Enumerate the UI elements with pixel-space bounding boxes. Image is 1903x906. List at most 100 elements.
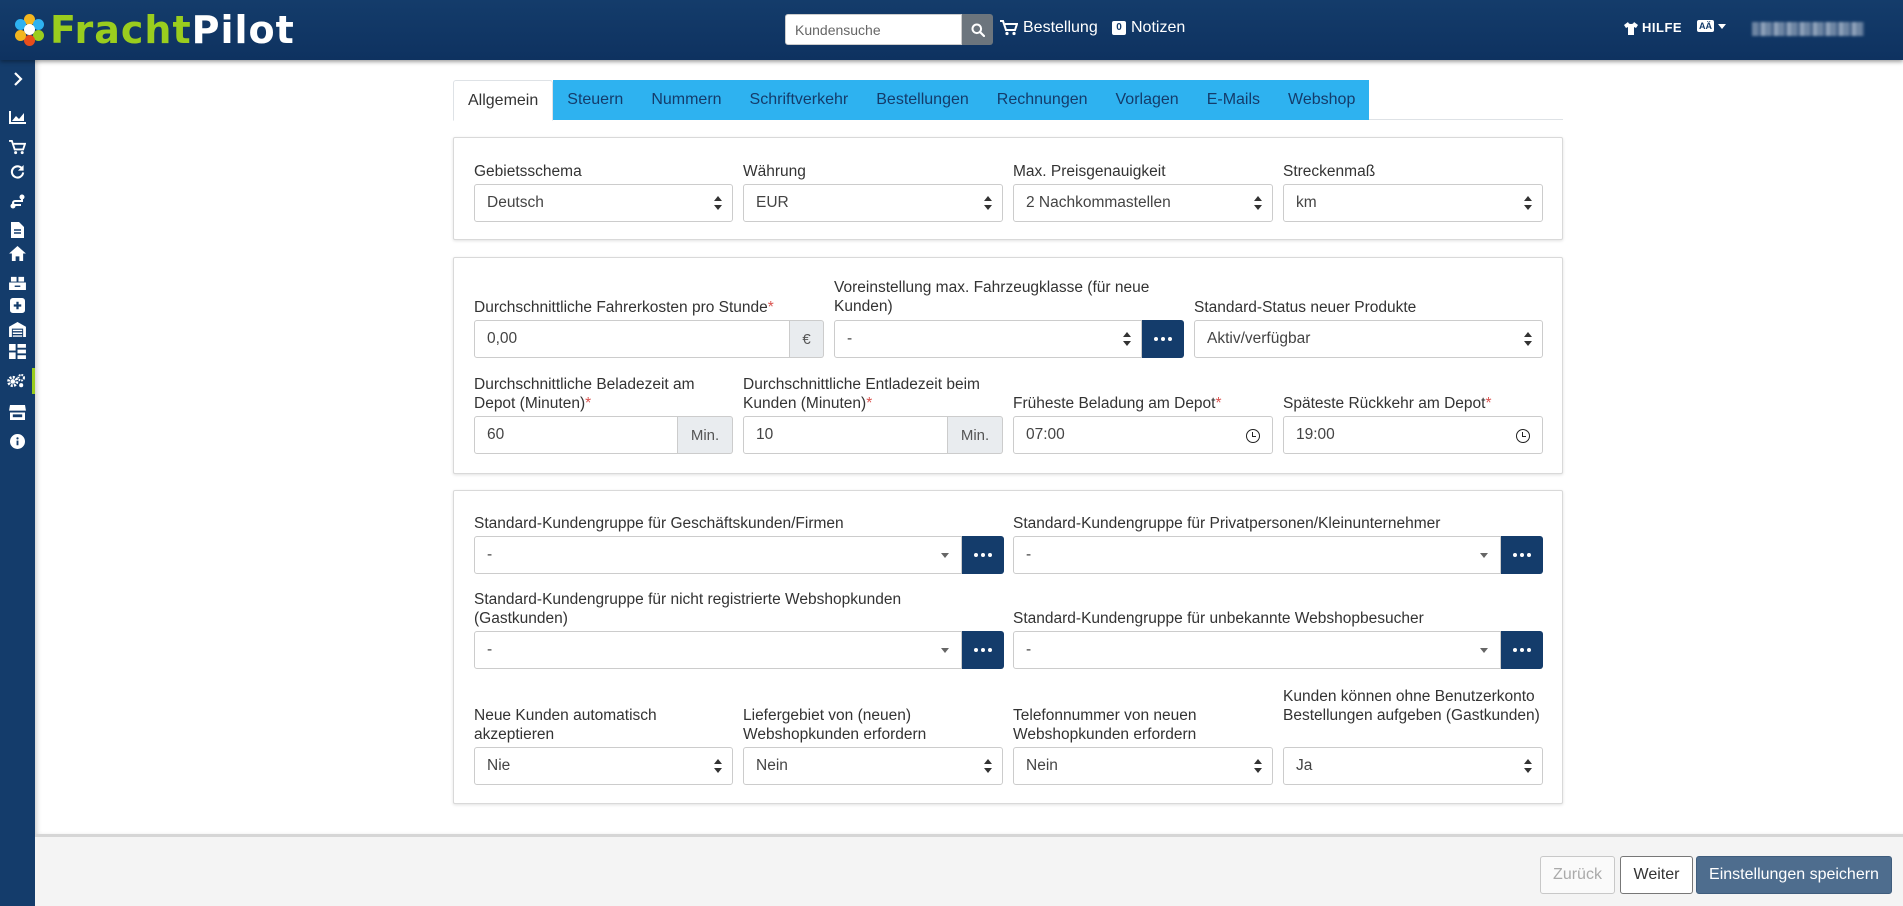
- tab-steuern[interactable]: Steuern: [553, 80, 638, 120]
- notes-icon: 0: [1112, 21, 1126, 35]
- currency-select[interactable]: EUR: [743, 184, 1003, 222]
- phone-required-label: Telefonnummer von neuen Webshopkunden er…: [1013, 707, 1197, 743]
- locale-settings-card: Gebietsschema Deutsch Währung EUR Max. P…: [453, 137, 1563, 240]
- caret-down-icon: [941, 648, 949, 653]
- driver-cost-input[interactable]: 0,00: [474, 320, 790, 358]
- group-business-select[interactable]: -: [474, 536, 962, 574]
- search-button[interactable]: [962, 14, 993, 45]
- sidebar-item-orders[interactable]: [0, 134, 35, 160]
- tab-allgemein[interactable]: Allgemein: [453, 80, 554, 121]
- depot-icon: [9, 321, 26, 337]
- notes-link[interactable]: 0 Notizen: [1112, 19, 1185, 37]
- product-status-select[interactable]: Aktiv/verfügbar: [1194, 320, 1543, 358]
- logo-text: FrachtPilot: [50, 8, 295, 52]
- boxes-icon: [9, 276, 26, 290]
- tab-rechnungen[interactable]: Rechnungen: [982, 80, 1102, 120]
- sidebar-item-recurring[interactable]: [0, 158, 35, 184]
- sidebar-item-dashboard[interactable]: [0, 104, 35, 130]
- delivery-area-select[interactable]: Nein: [743, 747, 1003, 785]
- distance-unit-select[interactable]: km: [1283, 184, 1543, 222]
- tiles-icon: [9, 343, 26, 359]
- chevron-right-icon: [13, 72, 23, 86]
- tab-schriftverkehr[interactable]: Schriftverkehr: [735, 80, 863, 120]
- select-arrows-icon: [714, 759, 722, 773]
- route-icon: [10, 194, 24, 209]
- sidebar-item-info[interactable]: [0, 428, 35, 454]
- group-guest-label: Standard-Kundengruppe für nicht registri…: [474, 591, 902, 627]
- gears-icon: [6, 374, 25, 388]
- group-business-label: Standard-Kundengruppe für Geschäftskunde…: [474, 515, 844, 532]
- caret-down-icon: [1480, 553, 1488, 558]
- latest-return-time-input[interactable]: 19:00: [1283, 416, 1543, 454]
- sidebar-item-products[interactable]: [0, 292, 35, 318]
- tab-bestellungen[interactable]: Bestellungen: [862, 80, 983, 120]
- order-label: Bestellung: [1023, 19, 1098, 36]
- minutes-addon: Min.: [948, 416, 1003, 454]
- group-unknown-select[interactable]: -: [1013, 631, 1501, 669]
- vehicle-class-more-button[interactable]: [1142, 320, 1184, 358]
- customer-search-input[interactable]: [785, 14, 962, 45]
- help-link[interactable]: HILFE: [1624, 20, 1682, 35]
- next-button[interactable]: Weiter: [1620, 856, 1693, 894]
- document-icon: [11, 222, 24, 238]
- tab-webshop[interactable]: Webshop: [1274, 80, 1370, 120]
- guest-order-select[interactable]: Ja: [1283, 747, 1543, 785]
- sidebar-item-settings[interactable]: [0, 368, 35, 394]
- area-scheme-select[interactable]: Deutsch: [474, 184, 733, 222]
- vehicle-class-select[interactable]: -: [834, 320, 1142, 358]
- search-icon: [971, 23, 985, 37]
- select-arrows-icon: [984, 759, 992, 773]
- cart-icon: [9, 139, 26, 154]
- minutes-addon: Min.: [678, 416, 733, 454]
- customer-group-settings-card: Standard-Kundengruppe für Geschäftskunde…: [453, 490, 1563, 804]
- group-private-more-button[interactable]: [1501, 536, 1543, 574]
- guest-order-label: Kunden können ohne Benutzerkonto Bestell…: [1283, 688, 1540, 724]
- group-business-more-button[interactable]: [962, 536, 1004, 574]
- unload-time-label: Durchschnittliche Entladezeit beim Kunde…: [743, 376, 980, 412]
- refresh-icon: [10, 164, 25, 179]
- store-icon: [9, 404, 26, 420]
- logo-hexagon-icon: [14, 14, 46, 46]
- earliest-load-time-input[interactable]: 07:00: [1013, 416, 1273, 454]
- tab-nummern[interactable]: Nummern: [637, 80, 736, 120]
- sidebar-expand[interactable]: [0, 66, 35, 92]
- cost-time-settings-card: Durchschnittliche Fahrerkosten pro Stund…: [453, 257, 1563, 474]
- unload-time-input[interactable]: 10: [743, 416, 948, 454]
- area-scheme-label: Gebietsschema: [474, 163, 582, 180]
- caret-down-icon: [1480, 648, 1488, 653]
- tab-vorlagen[interactable]: Vorlagen: [1101, 80, 1193, 120]
- group-guest-select[interactable]: -: [474, 631, 962, 669]
- select-arrows-icon: [1254, 196, 1262, 210]
- select-arrows-icon: [1254, 759, 1262, 773]
- group-unknown-more-button[interactable]: [1501, 631, 1543, 669]
- tab-emails[interactable]: E-Mails: [1192, 80, 1275, 120]
- sidebar-item-layouts[interactable]: [0, 338, 35, 364]
- precision-select[interactable]: 2 Nachkommastellen: [1013, 184, 1273, 222]
- driver-cost-label: Durchschnittliche Fahrerkosten pro Stund…: [474, 299, 774, 316]
- delivery-area-label: Liefergebiet von (neuen) Webshopkunden e…: [743, 707, 927, 743]
- save-settings-button[interactable]: Einstellungen speichern: [1696, 856, 1892, 894]
- sidebar-item-home[interactable]: [0, 240, 35, 266]
- phone-required-select[interactable]: Nein: [1013, 747, 1273, 785]
- load-time-label: Durchschnittliche Beladezeit am Depot (M…: [474, 376, 695, 412]
- app-logo[interactable]: FrachtPilot: [14, 11, 295, 49]
- select-arrows-icon: [984, 196, 992, 210]
- group-private-label: Standard-Kundengruppe für Privatpersonen…: [1013, 515, 1441, 532]
- order-link[interactable]: Bestellung: [1000, 19, 1098, 37]
- auto-accept-select[interactable]: Nie: [474, 747, 733, 785]
- group-guest-more-button[interactable]: [962, 631, 1004, 669]
- sidebar-item-routes[interactable]: [0, 188, 35, 214]
- chart-area-icon: [8, 111, 26, 124]
- clock-icon[interactable]: [1516, 429, 1530, 443]
- top-navbar: FrachtPilot Bestellung 0 Notizen HILFE A…: [0, 0, 1903, 60]
- back-button[interactable]: Zurück: [1540, 856, 1615, 894]
- user-menu-redacted[interactable]: [1752, 22, 1864, 36]
- language-dropdown[interactable]: AÄ: [1697, 20, 1726, 32]
- earliest-load-label: Früheste Beladung am Depot*: [1013, 395, 1222, 412]
- translate-icon: AÄ: [1697, 20, 1714, 32]
- group-unknown-label: Standard-Kundengruppe für unbekannte Web…: [1013, 610, 1424, 627]
- load-time-input[interactable]: 60: [474, 416, 678, 454]
- clock-icon[interactable]: [1246, 429, 1260, 443]
- sidebar-item-webshop[interactable]: [0, 399, 35, 425]
- group-private-select[interactable]: -: [1013, 536, 1501, 574]
